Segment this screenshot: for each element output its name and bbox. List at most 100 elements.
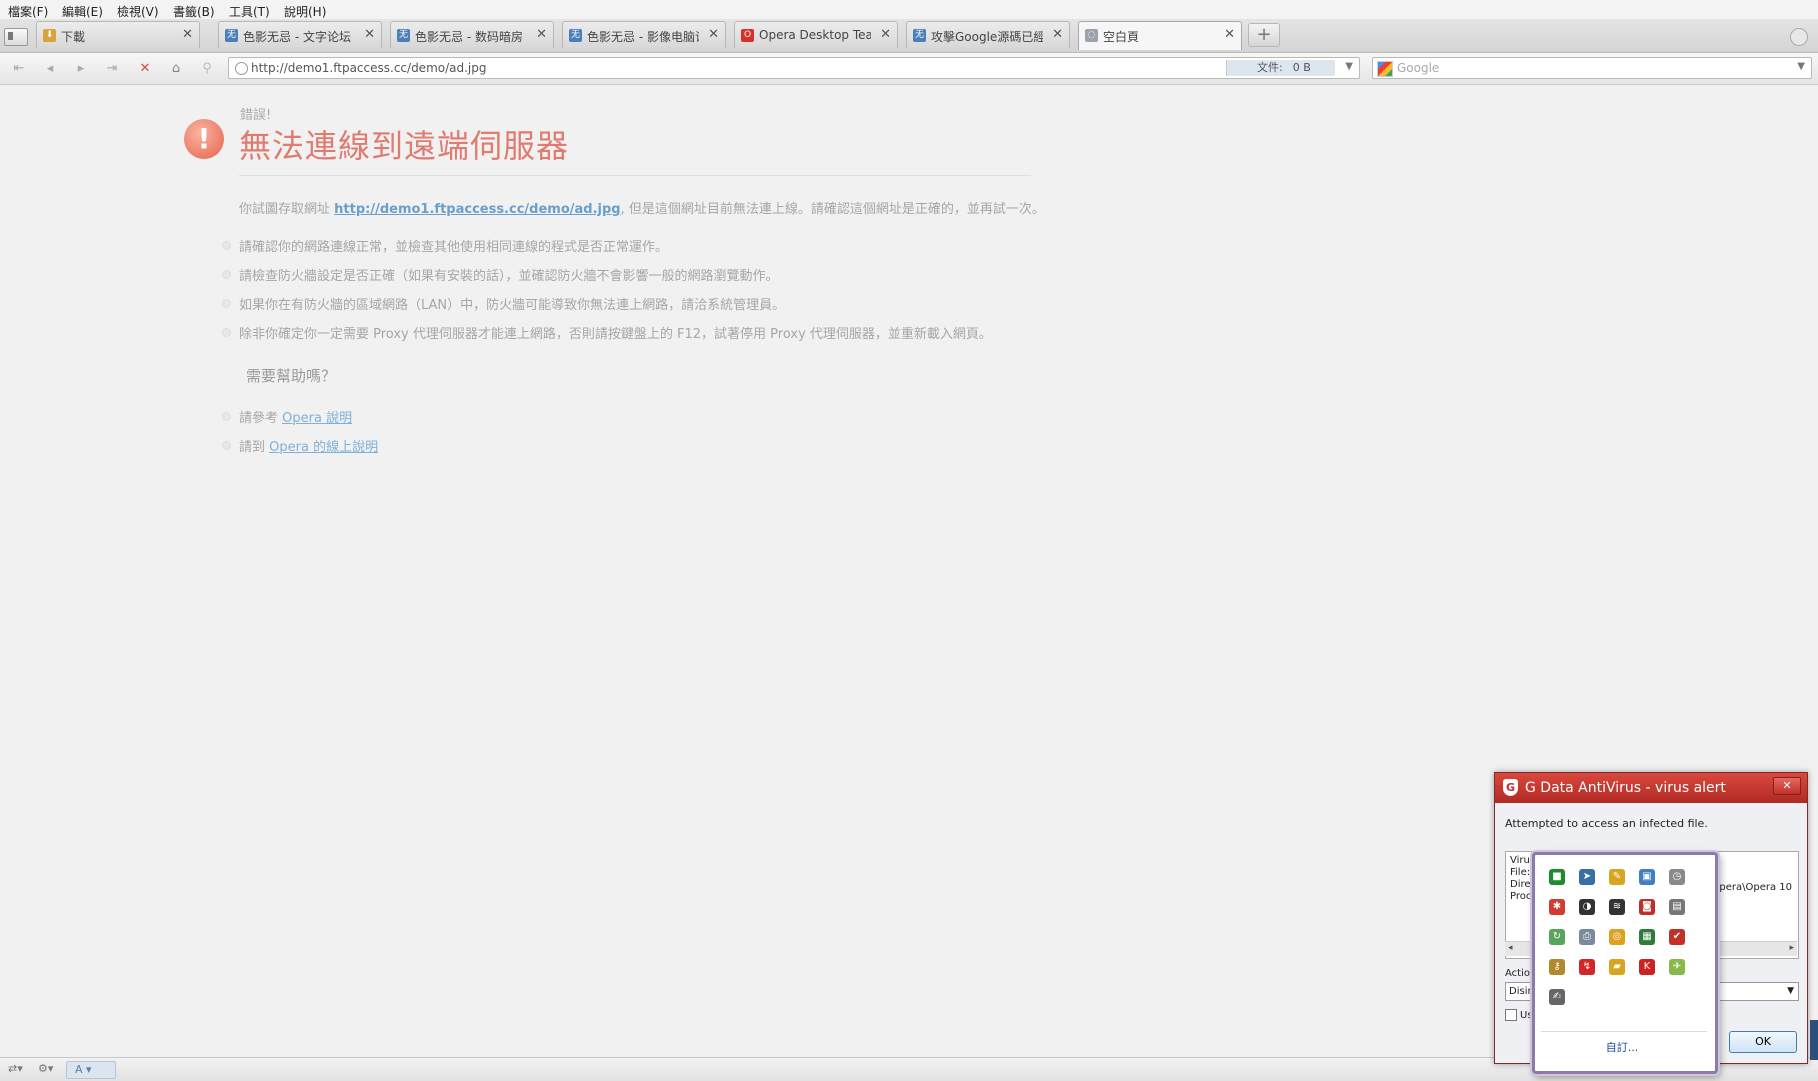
close-tab-icon[interactable]: ✕	[536, 28, 547, 42]
dialog-titlebar: G G Data AntiVirus - virus alert ✕	[1495, 773, 1807, 803]
close-tab-icon[interactable]: ✕	[1052, 28, 1063, 42]
list-item: 如果你在有防火牆的區域網路（LAN）中，防火牆可能導致你無法連上網路，請洽系統管…	[222, 294, 992, 323]
path-fragment: Opera\Opera 10	[1711, 882, 1793, 893]
tab-1[interactable]: ⬇ 下載 ✕	[36, 21, 200, 48]
home-icon[interactable]: ⌂	[167, 60, 185, 78]
new-tab-button[interactable]: +	[1248, 23, 1280, 47]
list-item: 請參考 Opera 說明	[222, 407, 378, 436]
process-field-label: Proc	[1510, 891, 1532, 902]
customize-link[interactable]: 自訂...	[1535, 1039, 1709, 1055]
address-dropdown-icon[interactable]: ▼	[1345, 61, 1353, 72]
close-tab-icon[interactable]: ✕	[1224, 28, 1235, 42]
monitor-icon[interactable]: ▣	[1639, 869, 1655, 885]
sync-icon[interactable]: ↻	[1549, 929, 1565, 945]
error-url-link[interactable]: http://demo1.ftpaccess.cc/demo/ad.jpg	[334, 202, 620, 217]
opera-help-link[interactable]: Opera 說明	[282, 411, 352, 426]
site-icon: 无	[913, 29, 926, 42]
tab-label: 空白頁	[1103, 30, 1140, 44]
list-item: 除非你確定你一定需要 Proxy 代理伺服器才能連上網路，否則請按鍵盤上的 F1…	[222, 323, 992, 352]
wand-icon[interactable]: ⚲	[198, 60, 216, 78]
share-icon[interactable]: ⚙▾	[38, 1062, 53, 1075]
url-text[interactable]: http://demo1.ftpaccess.cc/demo/ad.jpg	[251, 61, 487, 75]
site-icon: 无	[569, 29, 582, 42]
ok-button[interactable]: OK	[1729, 1031, 1797, 1053]
close-tab-icon[interactable]: ✕	[182, 28, 193, 42]
check-app-icon[interactable]: ✔	[1669, 929, 1685, 945]
file-field-label: File:	[1510, 867, 1531, 878]
close-tab-icon[interactable]: ✕	[364, 28, 375, 42]
back-icon[interactable]: ◂	[41, 60, 59, 78]
trash-icon[interactable]	[1790, 28, 1808, 46]
file-size-value: 0 B	[1292, 61, 1311, 74]
bug-icon[interactable]: ✱	[1549, 899, 1565, 915]
panel-toggle-button[interactable]	[4, 28, 28, 46]
green-square-icon[interactable]: ■	[1549, 869, 1565, 885]
google-icon[interactable]	[1377, 61, 1393, 77]
address-field[interactable]: http://demo1.ftpaccess.cc/demo/ad.jpg 文件…	[228, 57, 1360, 79]
checkbox-label: Us	[1520, 1010, 1533, 1021]
search-field[interactable]: Google ▼	[1372, 57, 1812, 79]
shield-app-icon[interactable]: ◙	[1639, 899, 1655, 915]
key-icon[interactable]: ⚷	[1549, 959, 1565, 975]
close-tab-icon[interactable]: ✕	[880, 28, 891, 42]
help-prefix: 請到	[239, 440, 270, 455]
menu-view[interactable]: 檢視(V)	[117, 3, 159, 20]
help-prefix: 請參考	[239, 411, 283, 426]
scroll-left-icon[interactable]: ◂	[1508, 943, 1513, 953]
dialog-title: G Data AntiVirus - virus alert	[1525, 780, 1726, 796]
screen-icon[interactable]: ▦	[1639, 929, 1655, 945]
error-description: 你試圖存取網址 http://demo1.ftpaccess.cc/demo/a…	[239, 198, 1045, 217]
pencil-app-icon[interactable]: ✎	[1609, 869, 1625, 885]
tab-4[interactable]: 无色影无忌 - 影像电脑论... ✕	[562, 21, 726, 48]
tab-6[interactable]: 无攻擊Google源碼已經... ✕	[906, 21, 1070, 48]
site-icon: 无	[397, 29, 410, 42]
menu-bookmarks[interactable]: 書籤(B)	[173, 3, 215, 20]
tab-label: 下載	[61, 30, 86, 44]
zoom-control[interactable]: A ▾	[66, 1061, 116, 1079]
menu-tools[interactable]: 工具(T)	[229, 3, 270, 20]
note-icon[interactable]: ✍	[1549, 989, 1565, 1005]
divider	[239, 175, 1031, 176]
list-item: 請檢查防火牆設定是否正確（如果有安裝的話），並確認防火牆不會影響一般的網路瀏覽動…	[222, 265, 992, 294]
site-icon: 无	[225, 29, 238, 42]
opera-icon: O	[741, 29, 754, 42]
opera-online-help-link[interactable]: Opera 的線上說明	[269, 440, 378, 455]
search-app-icon[interactable]: ◎	[1609, 929, 1625, 945]
close-tab-icon[interactable]: ✕	[708, 28, 719, 42]
close-button[interactable]: ✕	[1773, 777, 1801, 795]
tab-7[interactable]: ◌ 空白頁 ✕	[1078, 21, 1242, 50]
tab-5[interactable]: O Opera Desktop Tea... ✕	[734, 21, 898, 48]
menu-help[interactable]: 說明(H)	[284, 3, 326, 20]
apply-checkbox[interactable]: Us	[1505, 1009, 1533, 1021]
help-heading: 需要幫助嗎？	[246, 367, 337, 385]
address-toolbar: ⇤ ◂ ▸ ⇥ ✕ ⌂ ⚲ http://demo1.ftpaccess.cc/…	[0, 53, 1818, 85]
kaspersky-icon[interactable]: K	[1639, 959, 1655, 975]
arrow-app-icon[interactable]: ➤	[1579, 869, 1595, 885]
chart-app-icon[interactable]: ↯	[1579, 959, 1595, 975]
fast-forward-icon[interactable]: ⇥	[103, 60, 121, 78]
plane-icon[interactable]: ✈	[1669, 959, 1685, 975]
tab-label: 色影无忌 - 文字论坛	[243, 30, 351, 44]
checkbox-box[interactable]	[1505, 1009, 1517, 1021]
list-item: 請確認你的網路連線正常，並檢查其他使用相同連線的程式是否正常運作。	[222, 236, 992, 265]
ring-icon[interactable]: ◑	[1579, 899, 1595, 915]
menu-edit[interactable]: 編輯(E)	[62, 3, 103, 20]
menu-file[interactable]: 檔案(F)	[8, 3, 48, 20]
forward-icon[interactable]: ▸	[72, 60, 90, 78]
rewind-icon[interactable]: ⇤	[10, 60, 28, 78]
signal-icon[interactable]: ≋	[1609, 899, 1625, 915]
folder-app-icon[interactable]: ▰	[1609, 959, 1625, 975]
search-placeholder[interactable]: Google	[1397, 61, 1439, 75]
tab-3[interactable]: 无色影无忌 - 数码暗房 ✕	[390, 21, 554, 48]
chevron-down-icon: ▼	[1787, 986, 1794, 996]
scroll-right-icon[interactable]: ▸	[1789, 943, 1794, 953]
search-dropdown-icon[interactable]: ▼	[1797, 61, 1805, 72]
clock-icon[interactable]: ◷	[1669, 869, 1685, 885]
blank-page-icon: ◌	[1085, 29, 1098, 42]
tab-2[interactable]: 无色影无忌 - 文字论坛 ✕	[218, 21, 382, 48]
device-icon[interactable]: ▤	[1669, 899, 1685, 915]
file-size-indicator: 文件: 0 B	[1226, 60, 1335, 76]
stop-icon[interactable]: ✕	[136, 60, 154, 78]
printer-icon[interactable]: ⎙	[1579, 929, 1595, 945]
view-options-icon[interactable]: ⇄▾	[8, 1062, 23, 1075]
